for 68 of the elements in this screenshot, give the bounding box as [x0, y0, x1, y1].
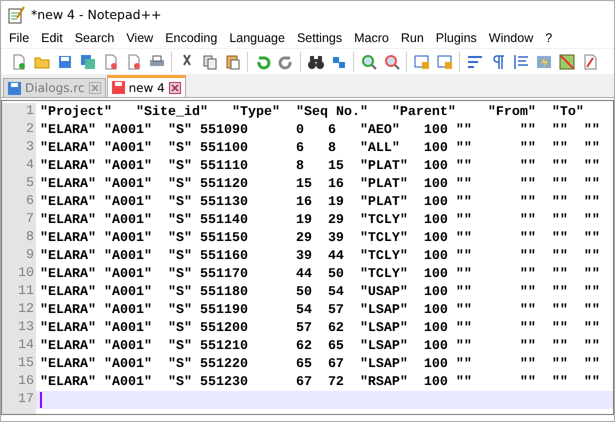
- save-all-icon: [80, 54, 96, 70]
- lightning-icon: [536, 54, 552, 70]
- line-number: 2: [2, 121, 36, 139]
- menu-item[interactable]: Settings: [290, 31, 348, 45]
- save-icon: [56, 54, 72, 70]
- code-line: "ELARA" "A001" "S" 551170 44 50 "TCLY" 100 "" "" "" "": [39, 266, 600, 282]
- line-number: 16: [2, 373, 36, 391]
- close-icon[interactable]: [168, 82, 181, 94]
- line-number: 17: [2, 391, 36, 409]
- menu-item[interactable]: Search: [68, 31, 120, 45]
- line-number: 5: [2, 175, 36, 193]
- code-line: "ELARA" "A001" "S" 551140 19 29 "TCLY" 100 "" "" "" "": [39, 212, 600, 228]
- zoom-in-icon: [360, 54, 376, 70]
- line-number: 3: [2, 139, 36, 157]
- line-number: 15: [2, 355, 36, 373]
- zoom-out-icon: [384, 54, 400, 70]
- line-number: 14: [2, 337, 36, 355]
- code-line: "ELARA" "A001" "S" 551220 65 67 "LSAP" 100 "" "" "" "": [39, 356, 600, 372]
- menu-item[interactable]: View: [120, 31, 160, 45]
- menu-item[interactable]: Plugins: [430, 31, 483, 45]
- line-number: 9: [2, 247, 36, 265]
- text-caret: [40, 392, 42, 408]
- code-line: "ELARA" "A001" "S" 551190 54 57 "LSAP" 100 "" "" "" "": [39, 302, 600, 318]
- line-number: 8: [2, 229, 36, 247]
- copy-icon: [202, 54, 218, 70]
- line-number: 7: [2, 211, 36, 229]
- code-line: "ELARA" "A001" "S" 551230 67 72 "RSAP" 100 "" "" "" "": [39, 374, 600, 390]
- word-wrap-icon: [466, 54, 482, 70]
- menu-item[interactable]: Edit: [35, 31, 69, 45]
- redo-icon: [278, 54, 294, 70]
- save-icon: [8, 82, 21, 94]
- line-number: 13: [2, 319, 36, 337]
- undo-icon: [254, 54, 270, 70]
- paste-icon: [224, 54, 240, 70]
- code-line: "Project" "Site_id" "Type" "Seq No." "Parent" "From" "To": [39, 104, 584, 120]
- menu-item[interactable]: Language: [223, 31, 291, 45]
- menu-item[interactable]: Window: [482, 31, 540, 45]
- binoculars-icon: [308, 54, 324, 70]
- line-number: 11: [2, 283, 36, 301]
- notepad-icon: [7, 6, 25, 24]
- menu-item[interactable]: Encoding: [159, 31, 224, 45]
- line-number: 6: [2, 193, 36, 211]
- code-line: "ELARA" "A001" "S" 551120 15 16 "PLAT" 100 "" "" "" "": [39, 176, 600, 192]
- code-line: "ELARA" "A001" "S" 551090 0 6 "AEO" 100 "" "" "" "": [39, 122, 600, 138]
- code-line: "ELARA" "A001" "S" 551200 57 62 "LSAP" 100 "" "" "" "": [39, 320, 600, 336]
- save-icon: [112, 81, 125, 94]
- code-line: "ELARA" "A001" "S" 551110 8 15 "PLAT" 100 "" "" "" "": [39, 158, 600, 174]
- close-all-icon: [126, 54, 142, 70]
- menu-item[interactable]: File: [3, 31, 36, 45]
- menu-item[interactable]: ?: [539, 31, 558, 45]
- line-number: 10: [2, 265, 36, 283]
- line-number: 1: [2, 103, 36, 121]
- indent-guide-icon: [512, 54, 528, 70]
- close-file-icon: [102, 54, 118, 70]
- line-number: 12: [2, 301, 36, 319]
- file-tab[interactable]: new 4: [106, 75, 186, 97]
- code-line: "ELARA" "A001" "S" 551210 62 65 "LSAP" 100 "" "" "" "": [39, 338, 600, 354]
- menu-item[interactable]: Macro: [348, 31, 395, 45]
- code-line: "ELARA" "A001" "S" 551150 29 39 "TCLY" 100 "" "" "" "": [39, 230, 600, 246]
- new-file-icon: [10, 54, 26, 70]
- code-line: "ELARA" "A001" "S" 551130 16 19 "PLAT" 100 "" "" "" "": [39, 194, 600, 210]
- line-number: 4: [2, 157, 36, 175]
- code-line: "ELARA" "A001" "S" 551160 39 44 "TCLY" 100 "" "" "" "": [39, 248, 600, 264]
- menu-item[interactable]: Run: [394, 31, 430, 45]
- window-title: *new 4 - Notepad++: [31, 7, 162, 22]
- text-editor[interactable]: [1, 100, 614, 415]
- code-line: "ELARA" "A001" "S" 551100 6 8 "ALL" 100 "" "" "" "": [39, 140, 600, 156]
- code-line: "ELARA" "A001" "S" 551180 50 54 "USAP" 100 "" "" "" "": [39, 284, 600, 300]
